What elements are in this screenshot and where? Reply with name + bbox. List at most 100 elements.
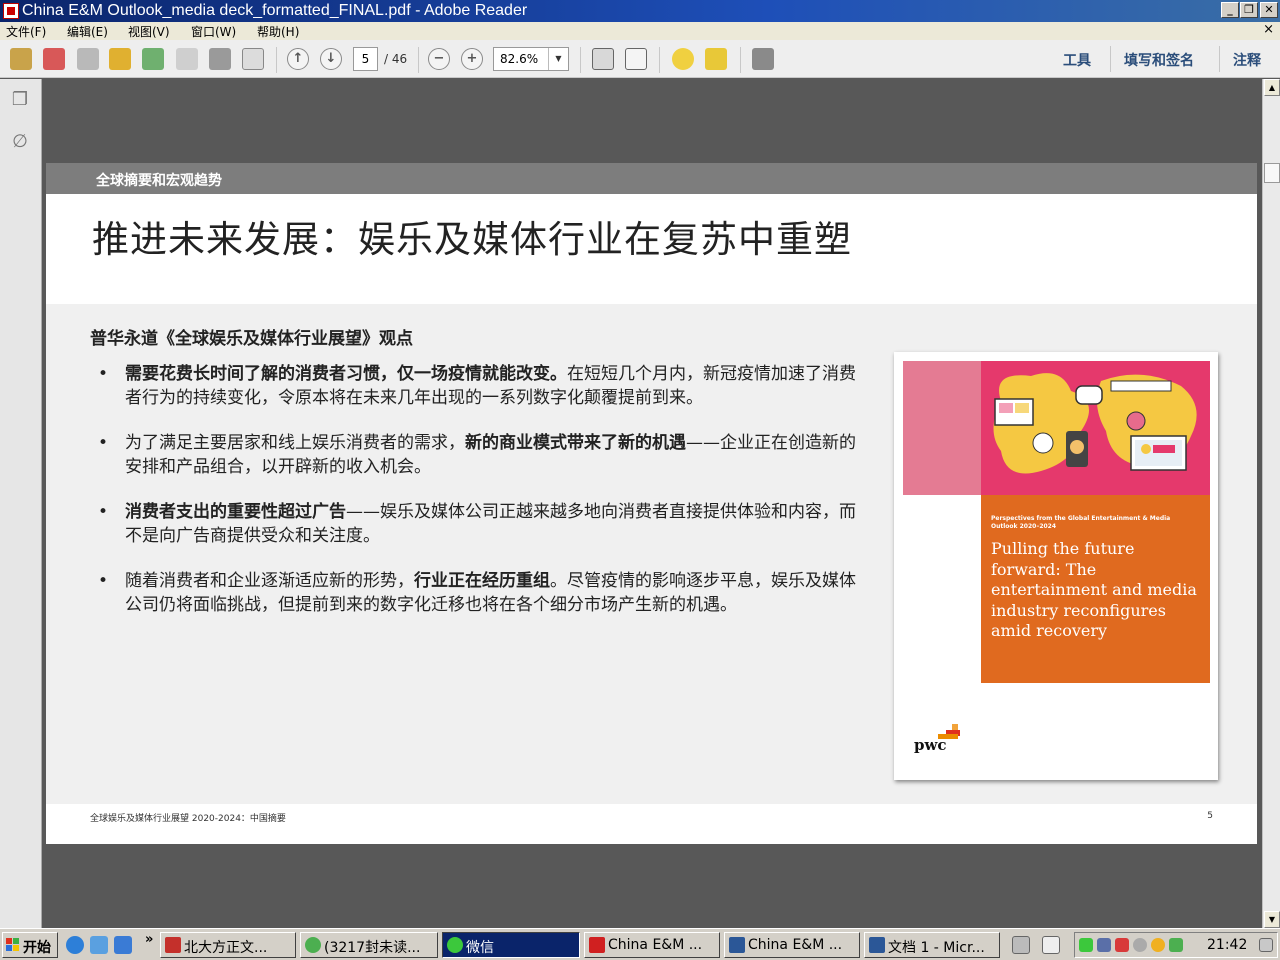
- toolbar-separator: [1219, 46, 1220, 72]
- cloud-upload-icon[interactable]: [142, 48, 164, 70]
- task-button[interactable]: 文档 1 - Micr...: [864, 932, 1000, 958]
- task-label: China E&M ...: [608, 937, 703, 953]
- task-label: 北大方正文...: [184, 940, 268, 956]
- pwc-logo: pwc: [914, 736, 947, 754]
- cover-title: Pulling the future forward: The entertai…: [991, 539, 1197, 640]
- attachments-icon[interactable]: ∅: [10, 131, 30, 153]
- menu-view[interactable]: 视图(V): [128, 23, 170, 40]
- system-tray: 21:42: [1074, 932, 1278, 958]
- comment-link[interactable]: 注释: [1233, 50, 1261, 70]
- start-button[interactable]: 开始: [2, 932, 58, 958]
- task-button[interactable]: China E&M ...: [584, 932, 720, 958]
- menu-help[interactable]: 帮助(H): [257, 23, 299, 40]
- cover-pink-panel: [903, 361, 981, 495]
- minimize-button[interactable]: _: [1221, 2, 1239, 18]
- scroll-down-icon[interactable]: ▼: [1264, 911, 1280, 928]
- page-thumbnails-icon[interactable]: ❐: [10, 89, 30, 111]
- pdf-icon: [589, 937, 605, 953]
- task-label: 文档 1 - Micr...: [888, 940, 985, 956]
- word-icon: [869, 937, 885, 953]
- toolbar-separator: [418, 47, 419, 73]
- zoom-out-icon[interactable]: −: [428, 48, 450, 70]
- page-footer: 全球娱乐及媒体行业展望 2020-2024：中国摘要: [90, 814, 286, 824]
- media-devices-illustration: [993, 373, 1197, 474]
- close-button[interactable]: ✕: [1260, 2, 1278, 18]
- print-icon[interactable]: [209, 48, 231, 70]
- wechat-tray-icon[interactable]: [1079, 938, 1093, 952]
- document-view[interactable]: 全球摘要和宏观趋势 推进未来发展：娱乐及媒体行业在复苏中重塑 普华永道《全球娱乐…: [42, 79, 1262, 928]
- vertical-scrollbar[interactable]: ▲ ▼: [1262, 79, 1280, 928]
- scroll-up-icon[interactable]: ▲: [1264, 79, 1280, 96]
- zoom-select[interactable]: 82.6% ▼: [493, 47, 569, 71]
- toolbar-separator: [276, 47, 277, 73]
- email-icon[interactable]: [242, 48, 264, 70]
- pdf-page: 全球摘要和宏观趋势 推进未来发展：娱乐及媒体行业在复苏中重塑 普华永道《全球娱乐…: [46, 163, 1257, 844]
- save-icon[interactable]: [176, 48, 198, 70]
- combine-files-icon[interactable]: [43, 48, 65, 70]
- input-method-icon[interactable]: [1042, 936, 1060, 954]
- page-title: 推进未来发展：娱乐及媒体行业在复苏中重塑: [92, 218, 852, 261]
- taskbar: 开始 » 北大方正文... (3217封未读... 微信 China E&M .…: [0, 928, 1280, 960]
- browser-icon[interactable]: [114, 936, 132, 954]
- show-desktop-icon[interactable]: [1259, 938, 1273, 952]
- previous-page-icon[interactable]: ↑: [287, 48, 309, 70]
- scroll-thumb[interactable]: [1264, 163, 1280, 183]
- list-item: • 消费者支出的重要性超过广告——娱乐及媒体公司正越来越多地向消费者直接提供体验和…: [90, 500, 870, 548]
- comment-icon[interactable]: [672, 48, 694, 70]
- section-band: 全球摘要和宏观趋势: [46, 163, 1257, 194]
- network-icon[interactable]: [1097, 938, 1111, 952]
- antivirus-icon[interactable]: [1151, 938, 1165, 952]
- toolbar-separator: [1110, 46, 1111, 72]
- section-label: 全球摘要和宏观趋势: [96, 173, 222, 189]
- page-number-input[interactable]: 5: [353, 47, 378, 71]
- keyboard-icon[interactable]: [1012, 936, 1030, 954]
- word-icon: [729, 937, 745, 953]
- clock: 21:42: [1207, 937, 1248, 953]
- cover-title-block: Perspectives from the Global Entertainme…: [981, 495, 1210, 683]
- task-label: China E&M ...: [748, 937, 843, 953]
- restore-button[interactable]: ❐: [1240, 2, 1258, 18]
- menu-edit[interactable]: 编辑(E): [67, 23, 108, 40]
- fill-and-sign-link[interactable]: 填写和签名: [1124, 50, 1194, 70]
- task-button[interactable]: China E&M ...: [724, 932, 860, 958]
- edit-document-icon[interactable]: [77, 48, 99, 70]
- network-alert-icon[interactable]: [1115, 938, 1129, 952]
- task-button-active[interactable]: 微信: [442, 932, 580, 958]
- wechat-icon: [447, 937, 463, 953]
- content-area: 普华永道《全球娱乐及媒体行业展望》观点 • 需要花费长时间了解的消费者习惯，仅一场…: [46, 304, 1257, 804]
- quick-launch-icon[interactable]: [90, 936, 108, 954]
- window-title: China E&M Outlook_media deck_formatted_F…: [22, 2, 528, 19]
- list-item: • 随着消费者和企业逐渐适应新的形势，行业正在经历重组。尽管疫情的影响逐步平息，娱…: [90, 569, 870, 617]
- zoom-in-icon[interactable]: +: [461, 48, 483, 70]
- document-close-icon[interactable]: ×: [1263, 22, 1274, 37]
- chevron-down-icon[interactable]: ▼: [548, 48, 568, 70]
- next-page-icon[interactable]: ↓: [320, 48, 342, 70]
- bullet-bold: 需要花费长时间了解的消费者习惯，仅一场疫情就能改变。: [125, 364, 567, 384]
- list-item: • 为了满足主要居家和线上娱乐消费者的需求，新的商业模式带来了新的机遇——企业正在…: [90, 431, 870, 479]
- toolbar-separator: [580, 47, 581, 73]
- windows-flag-icon: [6, 938, 19, 951]
- window-title-bar: China E&M Outlook_media deck_formatted_F…: [0, 0, 1280, 22]
- menu-window[interactable]: 窗口(W): [191, 23, 236, 40]
- adobe-reader-icon: [3, 3, 19, 19]
- zoom-value: 82.6%: [500, 52, 539, 66]
- cover-kicker: Perspectives from the Global Entertainme…: [991, 515, 1171, 530]
- fit-page-icon[interactable]: [625, 48, 647, 70]
- create-pdf-icon[interactable]: [10, 48, 32, 70]
- quick-launch-more[interactable]: »: [145, 932, 153, 947]
- internet-explorer-icon[interactable]: [66, 936, 84, 954]
- bullet-glyph: •: [98, 364, 109, 384]
- task-button[interactable]: (3217封未读...: [300, 932, 438, 958]
- security-shield-icon[interactable]: [1169, 938, 1183, 952]
- open-folder-icon[interactable]: [109, 48, 131, 70]
- task-button[interactable]: 北大方正文...: [160, 932, 296, 958]
- founder-app-icon: [165, 937, 181, 953]
- fit-width-icon[interactable]: [592, 48, 614, 70]
- tools-link[interactable]: 工具: [1063, 50, 1091, 70]
- highlight-icon[interactable]: [705, 48, 727, 70]
- menu-file[interactable]: 文件(F): [6, 23, 46, 40]
- bullet-text: 为了满足主要居家和线上娱乐消费者的需求，: [125, 433, 465, 453]
- volume-icon[interactable]: [1133, 938, 1147, 952]
- chrome-icon: [305, 937, 321, 953]
- full-screen-icon[interactable]: [752, 48, 774, 70]
